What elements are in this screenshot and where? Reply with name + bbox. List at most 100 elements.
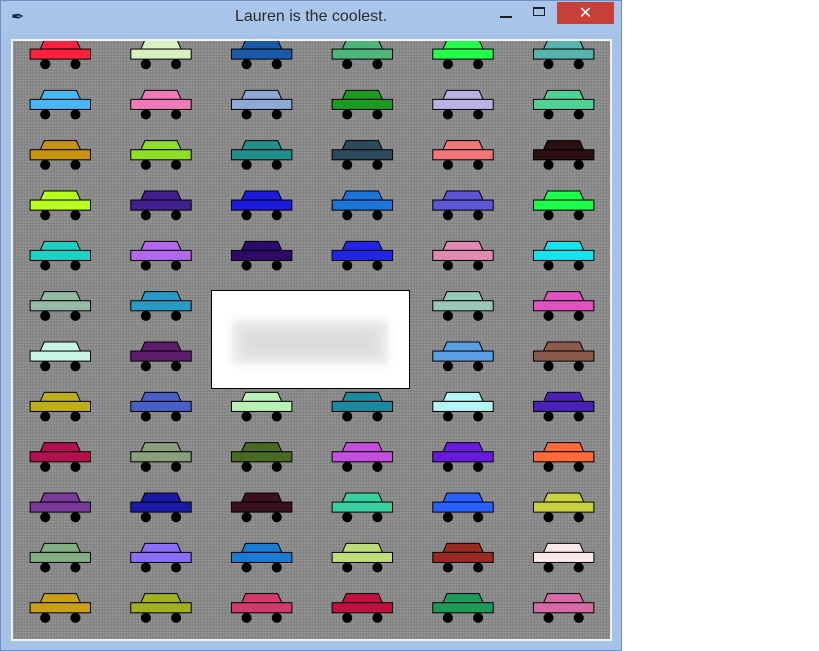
car-roof: [140, 341, 182, 352]
car-roof: [39, 140, 82, 151]
car-roof: [341, 89, 384, 100]
car-wheel: [573, 612, 584, 623]
car-wheel: [442, 512, 453, 523]
car-roof: [240, 41, 283, 50]
car-roof: [39, 240, 82, 251]
car-wheel: [543, 612, 554, 623]
minimize-button[interactable]: [491, 2, 521, 24]
car-wheel: [473, 461, 484, 472]
car-roof: [542, 442, 585, 453]
car-body: [29, 501, 92, 513]
car-wheel: [442, 562, 453, 573]
car: [432, 341, 494, 372]
car-roof: [140, 492, 182, 503]
car-roof: [140, 240, 182, 251]
car-body: [532, 48, 595, 60]
car: [331, 593, 394, 623]
car-roof: [341, 140, 384, 151]
car-wheel: [442, 612, 453, 623]
car-roof: [341, 41, 384, 50]
car-roof: [140, 89, 182, 100]
car-body: [532, 501, 595, 513]
car-roof: [140, 391, 182, 402]
car-wheel: [171, 310, 182, 321]
close-button[interactable]: ✕: [557, 2, 614, 24]
car-wheel: [473, 361, 484, 372]
car-wheel: [473, 59, 484, 70]
car-wheel: [473, 109, 484, 120]
car-roof: [542, 190, 585, 201]
car-roof: [341, 240, 384, 251]
car-wheel: [171, 411, 182, 422]
car-body: [29, 98, 92, 110]
car-wheel: [543, 260, 554, 271]
title-bar[interactable]: ✒ Lauren is the coolest. ✕: [1, 1, 621, 34]
car: [29, 240, 92, 271]
car-body: [130, 602, 192, 614]
car-roof: [542, 492, 585, 503]
car-wheel: [40, 512, 51, 523]
car-body: [331, 551, 394, 563]
car: [230, 89, 293, 120]
car-wheel: [271, 260, 282, 271]
car-wheel: [70, 310, 81, 321]
car-body: [230, 400, 293, 412]
car: [130, 542, 192, 573]
car: [532, 41, 595, 70]
car-wheel: [70, 109, 81, 120]
car-wheel: [442, 159, 453, 170]
car-roof: [341, 542, 384, 553]
car-roof: [39, 341, 82, 352]
car-roof: [542, 542, 585, 553]
car: [29, 442, 92, 472]
car-wheel: [241, 461, 252, 472]
car-roof: [240, 442, 283, 453]
car-wheel: [473, 411, 484, 422]
car-wheel: [543, 461, 554, 472]
car: [130, 341, 192, 372]
car-wheel: [171, 361, 182, 372]
car-roof: [542, 89, 585, 100]
car-wheel: [573, 512, 584, 523]
car-wheel: [271, 210, 282, 221]
car-roof: [542, 291, 585, 302]
car-body: [130, 199, 192, 211]
car: [432, 442, 494, 472]
car-wheel: [342, 109, 353, 120]
car-wheel: [70, 411, 81, 422]
car-wheel: [473, 612, 484, 623]
car-wheel: [241, 411, 252, 422]
car-wheel: [342, 612, 353, 623]
car-wheel: [372, 461, 383, 472]
car-wheel: [171, 461, 182, 472]
car-wheel: [543, 512, 554, 523]
blurred-content-core: [242, 329, 378, 355]
maximize-icon: [533, 7, 545, 16]
car: [130, 240, 192, 271]
car-wheel: [171, 260, 182, 271]
maximize-button[interactable]: [524, 2, 554, 24]
drawing-canvas[interactable]: [11, 39, 612, 641]
car-wheel: [241, 59, 252, 70]
car-wheel: [372, 512, 383, 523]
car-wheel: [573, 461, 584, 472]
car-wheel: [372, 59, 383, 70]
car-wheel: [342, 461, 353, 472]
car-roof: [240, 140, 283, 151]
car: [331, 391, 394, 422]
car: [230, 190, 293, 221]
car-wheel: [140, 310, 151, 321]
car-body: [130, 551, 192, 563]
car-body: [532, 451, 595, 463]
car-roof: [341, 492, 384, 503]
car-wheel: [40, 461, 51, 472]
car: [532, 341, 595, 372]
car-roof: [442, 190, 484, 201]
car-wheel: [70, 512, 81, 523]
car-roof: [240, 593, 283, 604]
car-body: [331, 400, 394, 412]
car-roof: [140, 140, 182, 151]
car-roof: [442, 593, 484, 604]
car-wheel: [271, 109, 282, 120]
car-body: [432, 501, 494, 513]
